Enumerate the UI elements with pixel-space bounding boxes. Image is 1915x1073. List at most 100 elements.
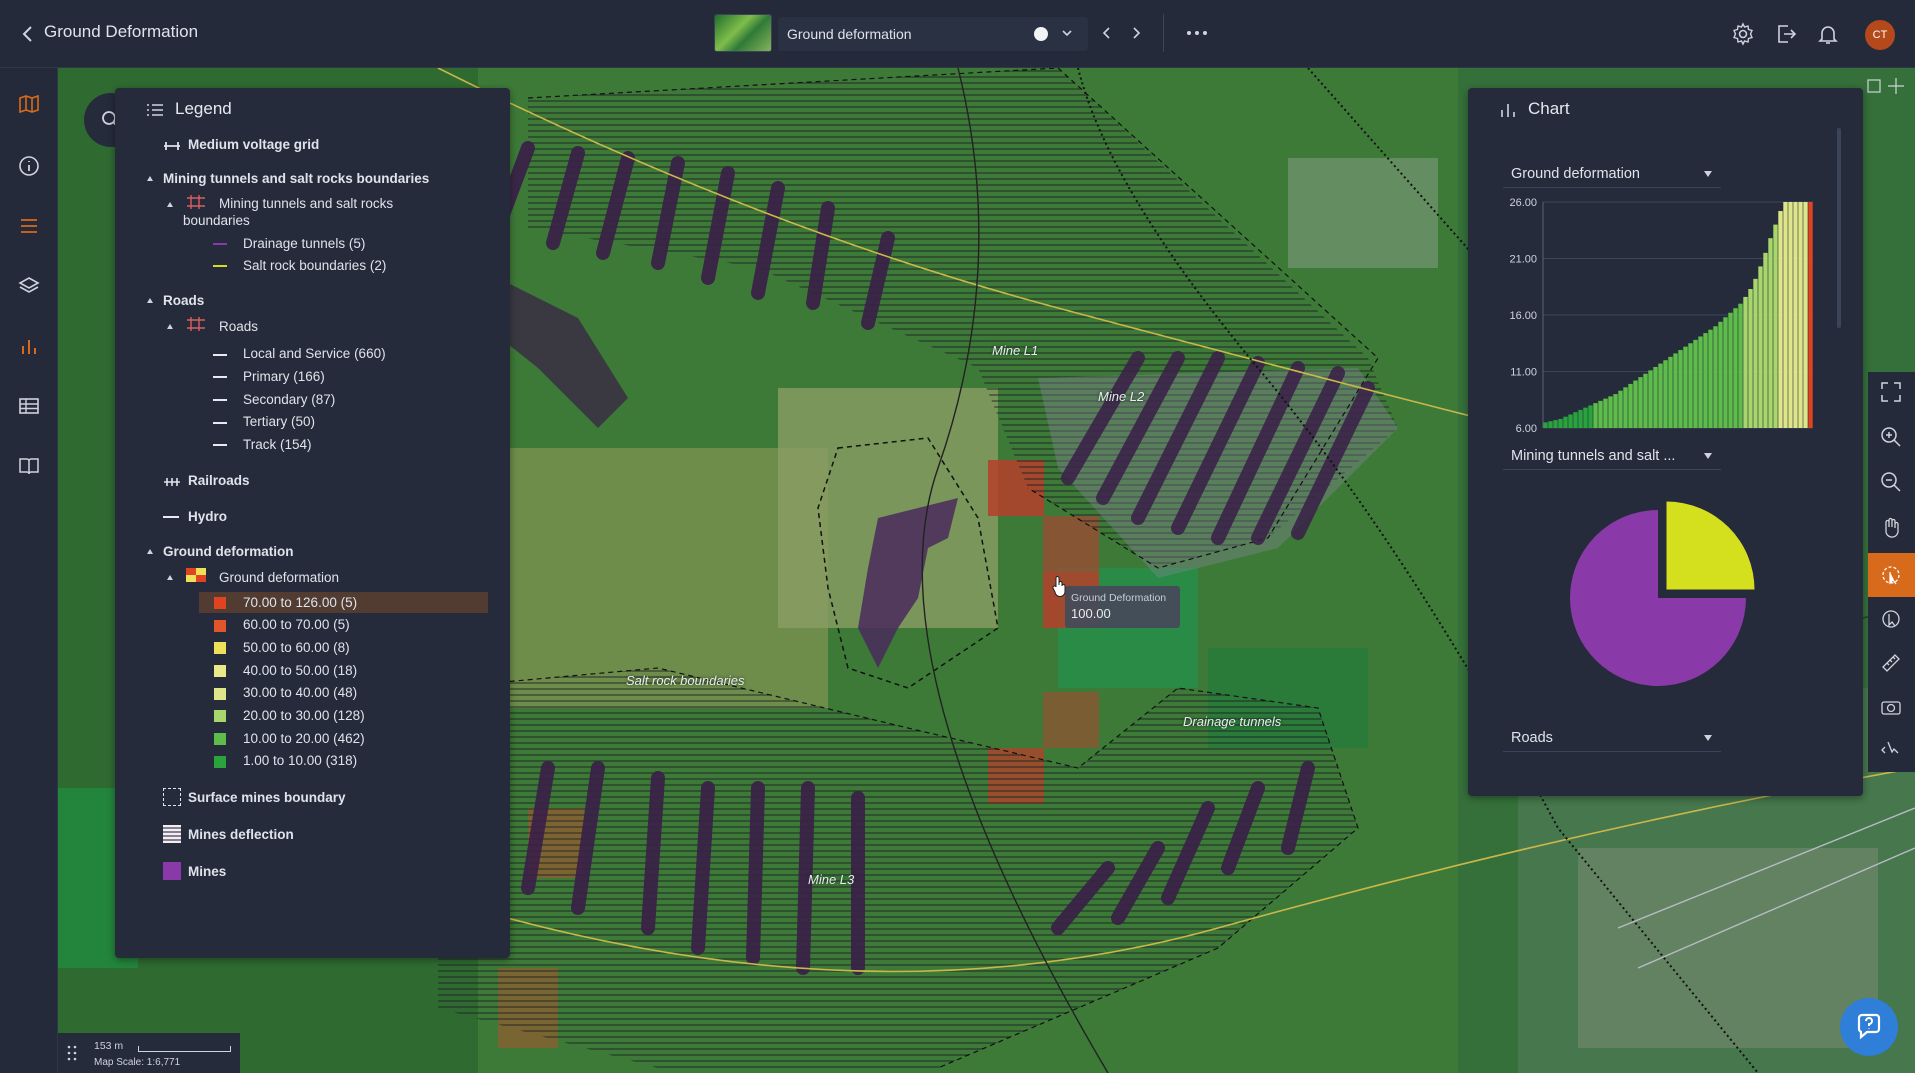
bar[interactable] xyxy=(1598,400,1603,428)
chart-layer-dropdown[interactable]: Roads xyxy=(1503,724,1721,752)
bar[interactable] xyxy=(1588,405,1593,428)
layer-selector[interactable]: Ground deformation xyxy=(778,17,1088,51)
legend-gd-class[interactable]: 70.00 to 126.00 (5) xyxy=(243,595,357,610)
bar[interactable] xyxy=(1723,317,1728,428)
legend-gd-group[interactable]: Ground deformation xyxy=(163,544,294,559)
back-arrow-icon[interactable] xyxy=(16,22,40,46)
map-icon[interactable] xyxy=(17,92,41,116)
help-button[interactable] xyxy=(1840,998,1898,1056)
legend-road-item[interactable]: Track (154) xyxy=(243,437,312,452)
bar[interactable] xyxy=(1778,211,1783,428)
bar[interactable] xyxy=(1623,387,1628,428)
book-icon[interactable] xyxy=(17,454,41,478)
chart-scrollbar[interactable] xyxy=(1837,128,1841,328)
bar[interactable] xyxy=(1738,303,1743,428)
layers-icon[interactable] xyxy=(17,274,41,298)
bar[interactable] xyxy=(1643,373,1648,428)
bar[interactable] xyxy=(1713,326,1718,428)
bar[interactable] xyxy=(1583,407,1588,428)
collapse-triangle-icon[interactable] xyxy=(165,573,175,583)
legend-mines-deflection[interactable]: Mines deflection xyxy=(188,827,294,842)
legend-roads-group[interactable]: Roads xyxy=(163,293,204,308)
bar[interactable] xyxy=(1728,312,1733,428)
bar-chart-icon[interactable] xyxy=(17,334,41,358)
ruler-icon[interactable] xyxy=(1880,652,1902,674)
avatar[interactable]: CT xyxy=(1865,20,1895,50)
bar[interactable] xyxy=(1673,353,1678,428)
bar[interactable] xyxy=(1733,308,1738,428)
collapse-triangle-icon[interactable] xyxy=(145,547,155,557)
legend-road-item[interactable]: Secondary (87) xyxy=(243,392,335,407)
bar[interactable] xyxy=(1628,383,1633,428)
bar[interactable] xyxy=(1808,202,1813,428)
bar[interactable] xyxy=(1578,409,1583,428)
legend-gd-class[interactable]: 50.00 to 60.00 (8) xyxy=(243,640,350,655)
bar[interactable] xyxy=(1618,390,1623,428)
bar[interactable] xyxy=(1638,377,1643,428)
legend-salt[interactable]: Salt rock boundaries (2) xyxy=(243,258,386,273)
bar[interactable] xyxy=(1653,366,1658,428)
legend-gd-class[interactable]: 20.00 to 30.00 (128) xyxy=(243,708,365,723)
legend-gd-class[interactable]: 40.00 to 50.00 (18) xyxy=(243,663,357,678)
bar[interactable] xyxy=(1603,398,1608,428)
legend-medium-voltage[interactable]: Medium voltage grid xyxy=(188,137,319,152)
bar[interactable] xyxy=(1548,421,1553,428)
bar[interactable] xyxy=(1568,414,1573,428)
bar[interactable] xyxy=(1803,202,1808,428)
bar[interactable] xyxy=(1768,238,1773,428)
chevron-left-icon[interactable] xyxy=(1098,24,1116,42)
bar[interactable] xyxy=(1693,339,1698,428)
collapse-triangle-icon[interactable] xyxy=(165,200,175,210)
export-icon[interactable] xyxy=(1774,22,1798,46)
select-pointer-icon[interactable] xyxy=(1880,608,1902,630)
identify-pointer-icon[interactable] xyxy=(1880,564,1902,586)
legend-mining-sub[interactable]: Mining tunnels and salt rocks xyxy=(219,196,393,211)
bar[interactable] xyxy=(1698,336,1703,428)
fullscreen-icon[interactable] xyxy=(1880,381,1902,403)
bar[interactable] xyxy=(1783,202,1788,428)
drag-handle-icon[interactable] xyxy=(66,1043,78,1063)
chevron-right-icon[interactable] xyxy=(1127,24,1145,42)
legend-gd-sub[interactable]: Ground deformation xyxy=(219,570,339,585)
bar[interactable] xyxy=(1688,343,1693,428)
bar[interactable] xyxy=(1678,350,1683,428)
map-corner-icons[interactable] xyxy=(1866,76,1906,96)
bar[interactable] xyxy=(1553,420,1558,428)
gear-icon[interactable] xyxy=(1731,22,1755,46)
legend-roads-sub[interactable]: Roads xyxy=(219,319,258,334)
bar[interactable] xyxy=(1763,252,1768,428)
pie-slice[interactable] xyxy=(1666,501,1755,590)
bar[interactable] xyxy=(1708,329,1713,428)
legend-list-icon[interactable] xyxy=(17,214,41,238)
legend-gd-class[interactable]: 60.00 to 70.00 (5) xyxy=(243,617,350,632)
visibility-toggle[interactable] xyxy=(1034,27,1048,41)
bar[interactable] xyxy=(1683,346,1688,428)
bar[interactable] xyxy=(1758,266,1763,428)
legend-gd-class[interactable]: 30.00 to 40.00 (48) xyxy=(243,685,357,700)
more-options-icon[interactable] xyxy=(1184,24,1210,42)
legend-mining-group[interactable]: Mining tunnels and salt rocks boundaries xyxy=(163,171,429,186)
bar[interactable] xyxy=(1573,412,1578,428)
legend-gd-class[interactable]: 1.00 to 10.00 (318) xyxy=(243,753,357,768)
bar[interactable] xyxy=(1613,394,1618,428)
bar[interactable] xyxy=(1718,321,1723,428)
legend-gd-class[interactable]: 10.00 to 20.00 (462) xyxy=(243,731,365,746)
collapse-triangle-icon[interactable] xyxy=(165,322,175,332)
bar[interactable] xyxy=(1543,422,1548,428)
zoom-in-icon[interactable] xyxy=(1880,426,1902,448)
chart-layer-dropdown[interactable]: Mining tunnels and salt ... xyxy=(1503,442,1721,470)
bar[interactable] xyxy=(1773,224,1778,428)
legend-surface-mines[interactable]: Surface mines boundary xyxy=(188,790,346,805)
legend-mines[interactable]: Mines xyxy=(188,864,226,879)
legend-hydro[interactable]: Hydro xyxy=(188,509,227,524)
bar[interactable] xyxy=(1648,370,1653,428)
legend-railroads[interactable]: Railroads xyxy=(188,473,250,488)
bar[interactable] xyxy=(1608,396,1613,428)
legend-road-item[interactable]: Primary (166) xyxy=(243,369,325,384)
collapse-triangle-icon[interactable] xyxy=(145,296,155,306)
bar[interactable] xyxy=(1563,416,1568,428)
bar[interactable] xyxy=(1668,356,1673,428)
bar[interactable] xyxy=(1633,380,1638,428)
bar[interactable] xyxy=(1658,363,1663,428)
legend-road-item[interactable]: Tertiary (50) xyxy=(243,414,315,429)
